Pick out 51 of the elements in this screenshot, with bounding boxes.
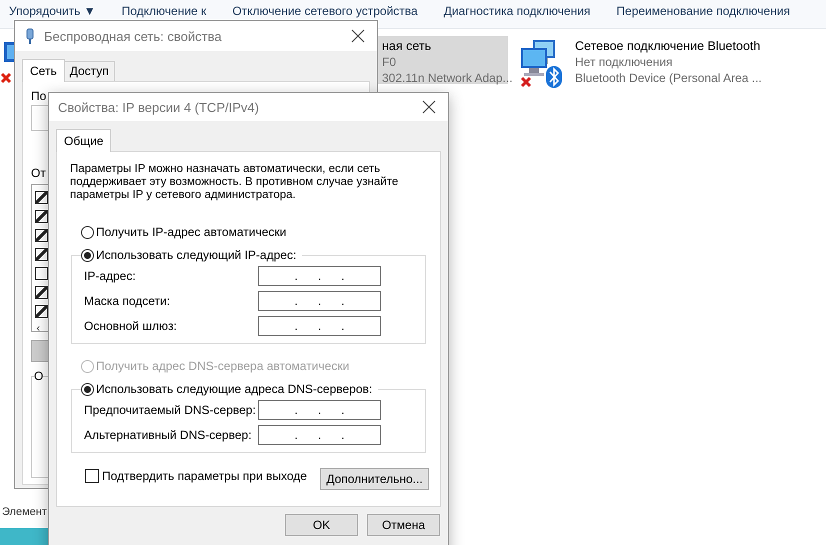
scroll-left-icon [35,326,42,331]
ok-button[interactable]: OK [285,514,358,536]
list-label: От [31,166,46,180]
toolbar-button[interactable]: Отключение сетевого устройства [232,4,418,18]
ip-address-field[interactable]: . . . [258,424,381,444]
ip-address-field[interactable]: . . . [258,400,381,420]
field-label: По [31,89,46,103]
field-label: Альтернативный DNS-сервер: [84,428,253,442]
description-text: Параметры IP можно назначать автоматически, если сеть поддерживает эту возможность. В противном случае узнайте параметры IP у сетевого администратора. [70,163,400,202]
ip-address-field[interactable]: . . . [258,266,381,286]
field-label: Предпочитаемый DNS-сервер: [84,402,257,416]
checkbox[interactable] [35,267,48,280]
ip-address-field[interactable]: . . . [258,290,381,310]
connection-item[interactable]: Сетевое подключение Bluetooth Нет подключения Bluetooth Device (Personal Area ... [515,36,815,84]
toolbar-button[interactable]: Переименование подключения [616,4,790,18]
bluetooth-network-icon [519,38,565,90]
group-label: О [34,369,44,383]
advanced-button[interactable]: Дополнительно... [320,468,429,490]
plug-icon [24,28,36,44]
checkbox[interactable] [35,286,48,299]
checkbox[interactable] [35,305,48,318]
radio-option[interactable]: Использовать следующие адреса DNS-серверов: [81,381,378,397]
checkbox[interactable] [35,210,48,223]
toolbar-button[interactable]: Упорядочить ▼ [9,4,96,18]
checkbox[interactable] [35,248,48,261]
tab[interactable]: Сеть [22,59,65,82]
ip-address-field[interactable]: . . . [258,316,381,336]
radio-option: Получить адрес DNS-сервера автоматически [81,358,429,374]
close-icon[interactable] [422,100,436,114]
window-title: Свойства: IP версии 4 (TCP/IPv4) [58,100,260,114]
close-icon[interactable] [351,29,365,43]
toolbar-button[interactable]: Подключение к [122,4,206,18]
checkbox[interactable] [35,191,48,204]
status-bar-text: Элемент [2,506,47,518]
connection-status: Нет подключения [575,54,674,70]
field-label: IP-адрес: [84,268,137,282]
checkbox[interactable] [35,229,48,242]
radio-option[interactable]: Использовать следующий IP-адрес: [81,247,302,263]
window-title: Беспроводная сеть: свойства [44,28,223,44]
device-name: Bluetooth Device (Personal Area ... [575,70,762,86]
toolbar-button[interactable]: Диагностика подключения [444,4,590,18]
checkbox-option[interactable]: Подтвердить параметры при выходе [85,469,307,483]
tab[interactable]: Доступ [64,61,115,81]
connection-name: Сетевое подключение Bluetooth [575,38,762,54]
connection-status: F0 [382,54,398,70]
connection-name: ная сеть [382,38,432,54]
field-label: Маска подсети: [84,294,172,308]
tab[interactable]: Общие [56,129,112,152]
field-label: Основной шлюз: [84,318,178,332]
radio-option[interactable]: Получить IP-адрес автоматически [81,224,429,240]
cancel-button[interactable]: Отмена [367,514,440,536]
